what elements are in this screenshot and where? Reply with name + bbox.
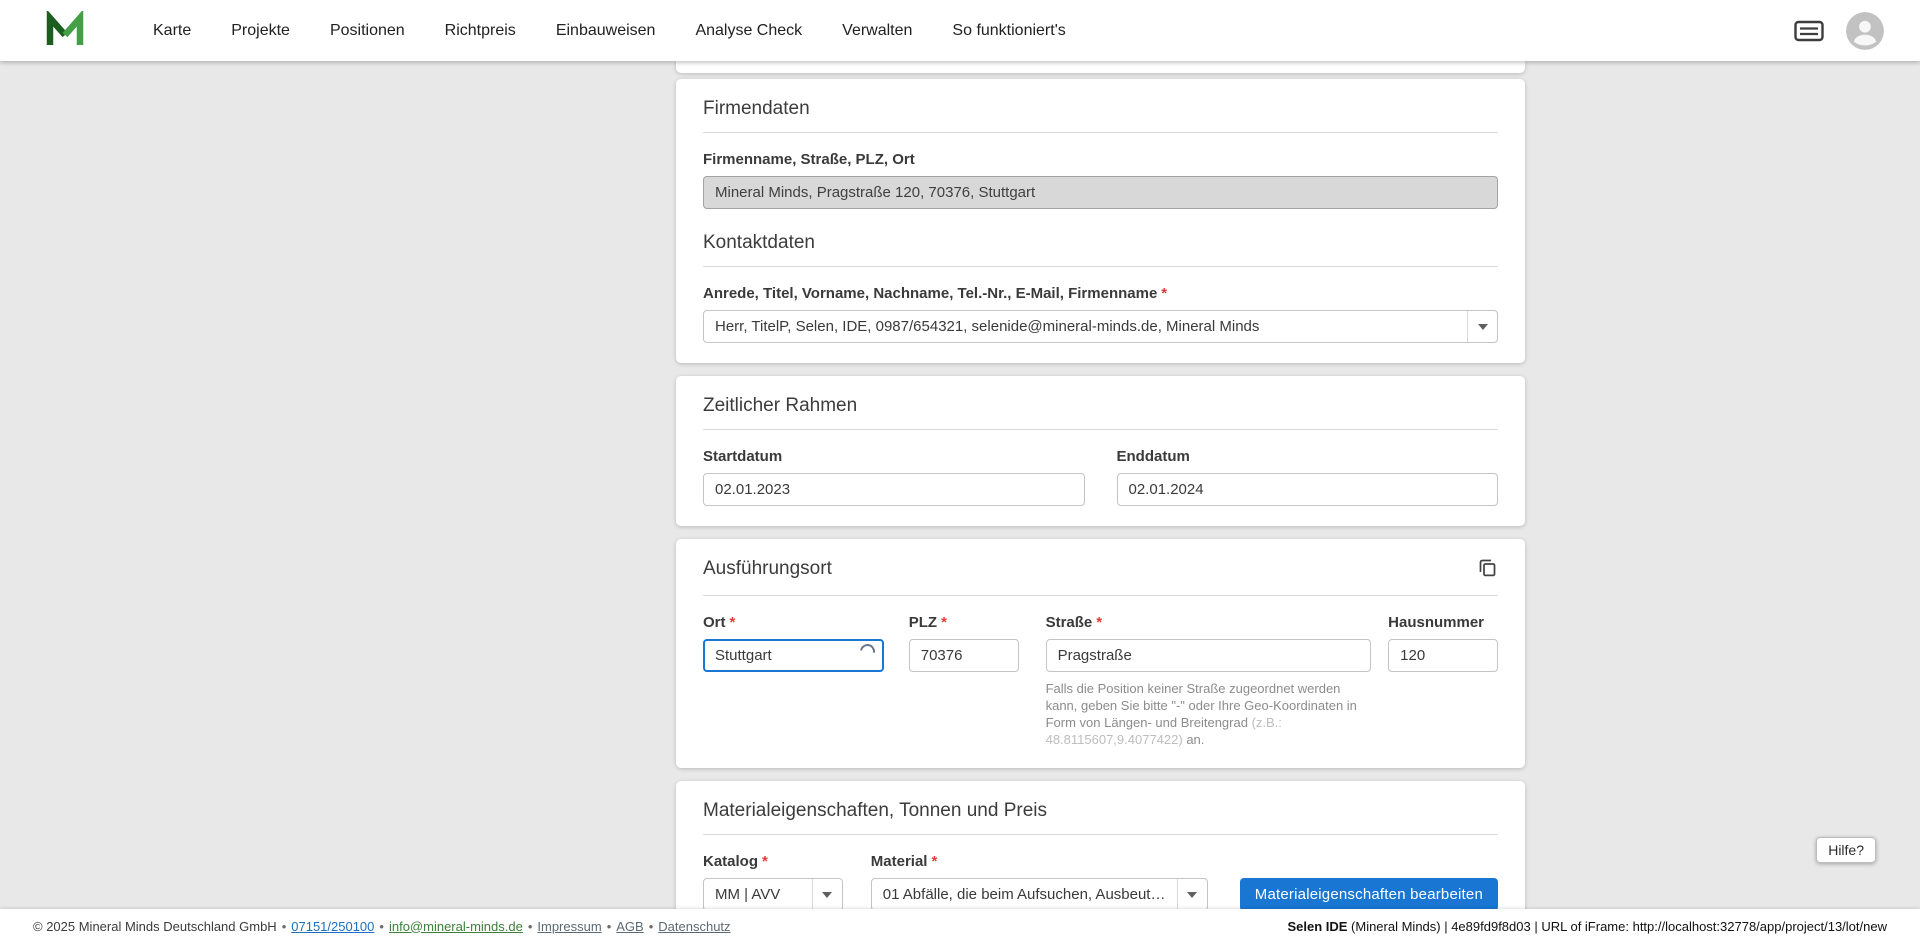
katalog-field: Katalog * MM | AVV: [703, 835, 843, 911]
footer-impressum-link[interactable]: Impressum: [537, 919, 601, 934]
strasse-label: Straße *: [1046, 614, 1372, 632]
materialeigenschaften-bearbeiten-button[interactable]: Materialeigenschaften bearbeiten: [1239, 878, 1498, 911]
footer-agb-link[interactable]: AGB: [616, 919, 643, 934]
nav-item-analyse-check[interactable]: Analyse Check: [675, 22, 822, 40]
footer-right: Selen IDE (Mineral Minds) | 4e89fd9f8d03…: [1287, 919, 1887, 934]
footer-iframe-info: (Mineral Minds) | 4e89fd9f8d03 | URL of …: [1347, 918, 1887, 934]
divider: [703, 266, 1498, 267]
footer-separator: •: [281, 918, 287, 934]
chevron-down-icon: [1467, 311, 1497, 342]
kontakt-select[interactable]: Herr, TitelP, Selen, IDE, 0987/654321, s…: [703, 310, 1498, 343]
startdatum-input[interactable]: [703, 473, 1085, 506]
card-firmendaten: Firmendaten Firmenname, Straße, PLZ, Ort…: [676, 79, 1525, 363]
user-avatar[interactable]: [1846, 11, 1884, 50]
required-asterisk: *: [1161, 285, 1168, 302]
kontakt-field-label: Anrede, Titel, Vorname, Nachname, Tel.-N…: [703, 285, 1498, 303]
nav-menu: Karte Projekte Positionen Richtpreis Ein…: [133, 22, 1086, 40]
chevron-down-icon: [1176, 879, 1207, 910]
company-input: [703, 176, 1498, 209]
required-asterisk: *: [941, 614, 947, 631]
ort-label: Ort *: [703, 614, 884, 632]
copy-icon[interactable]: [1477, 557, 1498, 583]
kontakt-select-value: Herr, TitelP, Selen, IDE, 0987/654321, s…: [715, 318, 1260, 335]
divider: [703, 132, 1498, 133]
enddatum-label: Enddatum: [1116, 448, 1190, 465]
footer-copyright: © 2025 Mineral Minds Deutschland GmbH: [33, 918, 277, 934]
footer-left: © 2025 Mineral Minds Deutschland GmbH • …: [33, 919, 731, 934]
enddatum-field: Enddatum: [1116, 430, 1498, 506]
nav-item-verwalten[interactable]: Verwalten: [822, 22, 932, 40]
nav-item-einbauweisen[interactable]: Einbauweisen: [536, 22, 676, 40]
startdatum-field: Startdatum: [703, 430, 1085, 506]
strasse-hint: Falls die Position keiner Straße zugeord…: [1046, 680, 1372, 748]
strasse-hint-end: an.: [1182, 732, 1205, 747]
katalog-label: Katalog *: [703, 853, 843, 871]
firmendaten-title: Firmendaten: [703, 98, 810, 119]
company-field-label-text: Firmenname, Straße, PLZ, Ort: [703, 151, 915, 168]
strasse-field: Straße* Falls die Position keiner Straße…: [1045, 596, 1372, 748]
form-column: Firmendaten Firmenname, Straße, PLZ, Ort…: [676, 61, 1525, 943]
nav-item-richtpreis[interactable]: Richtpreis: [425, 22, 536, 40]
material-select-value: 01 Abfälle, die beim Aufsuchen, Ausbeute…: [882, 886, 1177, 903]
nav-right-tools: [1794, 11, 1884, 50]
ort-input[interactable]: [703, 639, 884, 672]
logo-icon: [46, 8, 84, 45]
card-zeitlicher-rahmen: Zeitlicher Rahmen Startdatum Enddatum: [676, 376, 1525, 526]
footer-separator: •: [606, 918, 612, 934]
chevron-down-icon: [811, 879, 842, 910]
hausnummer-label: Hausnummer: [1388, 614, 1484, 631]
material-label-text: Material: [870, 853, 928, 870]
required-asterisk: *: [1096, 614, 1103, 631]
katalog-select-value: MM | AVV: [715, 886, 781, 903]
footer: © 2025 Mineral Minds Deutschland GmbH • …: [0, 909, 1920, 943]
enddatum-input[interactable]: [1116, 473, 1498, 506]
katalog-select[interactable]: MM | AVV: [703, 878, 843, 911]
plz-label: PLZ *: [909, 614, 1019, 632]
nav-item-karte[interactable]: Karte: [133, 22, 211, 40]
footer-email-link[interactable]: info@mineral-minds.de: [389, 919, 523, 934]
strasse-input[interactable]: [1045, 639, 1372, 672]
material-label: Material *: [871, 853, 1208, 871]
strasse-hint-main: Falls die Position keiner Straße zugeord…: [1045, 681, 1357, 730]
required-asterisk: *: [762, 853, 768, 870]
plz-input[interactable]: [908, 639, 1019, 672]
material-select[interactable]: 01 Abfälle, die beim Aufsuchen, Ausbeute…: [870, 878, 1208, 911]
required-asterisk: *: [729, 614, 736, 631]
footer-datenschutz-link[interactable]: Datenschutz: [658, 919, 730, 934]
plz-field: PLZ *: [908, 596, 1019, 672]
server-icon[interactable]: [1794, 18, 1824, 44]
hausnummer-input[interactable]: [1388, 639, 1498, 672]
card-ausfuehrungsort: Ausführungsort Ort * Stuttgart PLZ * 703…: [676, 539, 1525, 768]
top-navigation: Karte Projekte Positionen Richtpreis Ein…: [0, 0, 1920, 61]
mineral-minds-logo[interactable]: [45, 8, 85, 51]
footer-app-name: Selen IDE: [1287, 918, 1348, 934]
hausnummer-field: Hausnummer: [1388, 596, 1498, 672]
nav-item-projekte[interactable]: Projekte: [211, 22, 310, 40]
ort-label-text: Ort: [703, 614, 726, 631]
startdatum-label: Startdatum: [703, 448, 783, 465]
katalog-label-text: Katalog: [703, 853, 759, 870]
ort-field: Ort *: [703, 596, 884, 672]
card-partial-top: [676, 61, 1525, 73]
footer-separator: •: [379, 918, 384, 934]
material-title: Materialeigenschaften, Tonnen und Preis: [703, 800, 1047, 821]
person-icon: [1846, 11, 1884, 50]
kontakt-field-label-text: Anrede, Titel, Vorname, Nachname, Tel.-N…: [703, 285, 1158, 302]
strasse-label-text: Straße: [1045, 614, 1093, 631]
nav-item-so-funktionierts[interactable]: So funktioniert's: [932, 22, 1085, 40]
kontaktdaten-title: Kontaktdaten: [703, 232, 815, 253]
help-button[interactable]: Hilfe?: [1816, 837, 1876, 863]
plz-label-text: PLZ: [908, 614, 938, 631]
nav-item-positionen[interactable]: Positionen: [310, 22, 425, 40]
footer-separator: •: [648, 918, 654, 934]
material-field: Material * 01 Abfälle, die beim Aufsuchen…: [870, 835, 1208, 911]
zeitraum-title: Zeitlicher Rahmen: [703, 395, 858, 416]
footer-separator: •: [527, 918, 533, 934]
required-asterisk: *: [931, 853, 938, 870]
company-field-label: Firmenname, Straße, PLZ, Ort: [703, 151, 1498, 169]
footer-phone-link[interactable]: 07151/250100: [291, 919, 374, 934]
ausfuehrungsort-title: Ausführungsort: [703, 558, 832, 579]
page-body: Firmendaten Firmenname, Straße, PLZ, Ort…: [0, 0, 1920, 943]
